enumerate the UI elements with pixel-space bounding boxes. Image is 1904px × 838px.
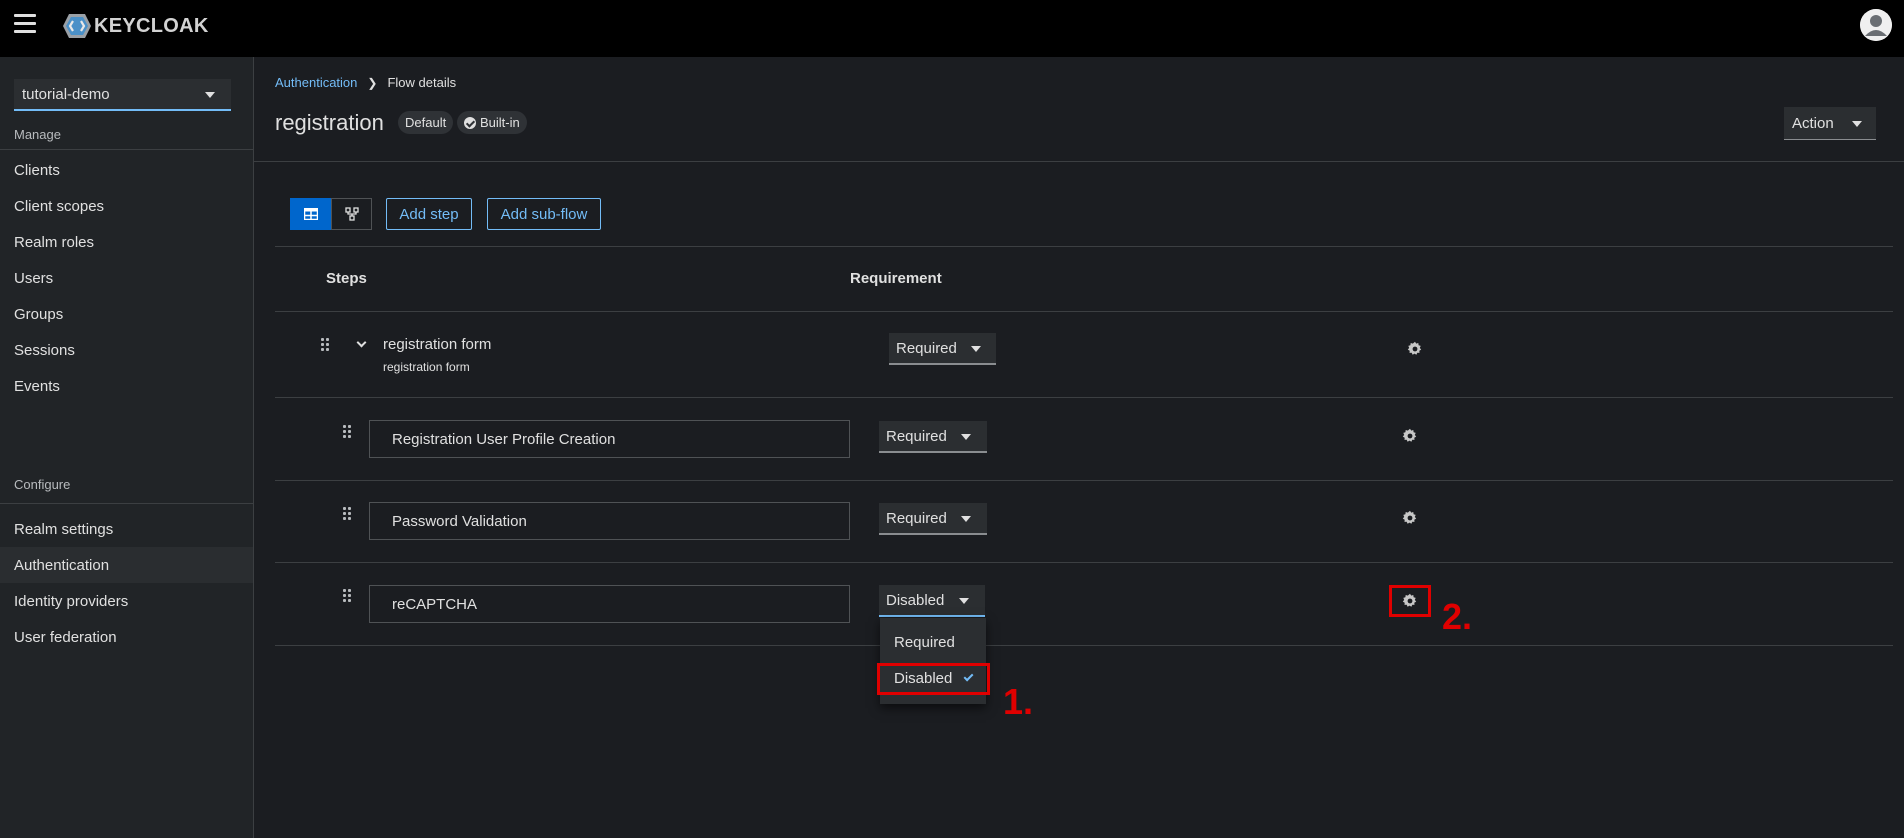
caret-down-icon	[971, 346, 981, 352]
sidebar: tutorial-demo Manage Clients Client scop…	[0, 57, 254, 838]
caret-down-icon	[1852, 121, 1862, 127]
nav-divider	[0, 149, 253, 150]
step-name-box: Registration User Profile Creation	[369, 420, 850, 458]
requirement-value: Disabled	[886, 591, 945, 609]
gear-icon[interactable]	[1407, 341, 1423, 357]
drag-handle-icon[interactable]	[343, 589, 352, 603]
drag-handle-icon[interactable]	[321, 338, 330, 352]
built-in-badge-text: Built-in	[480, 115, 520, 130]
action-dropdown[interactable]: Action	[1784, 107, 1876, 140]
chevron-right-icon: ❯	[367, 75, 378, 90]
step-name: Registration User Profile Creation	[392, 430, 616, 448]
requirement-value: Required	[886, 509, 947, 527]
page-title: registration	[275, 110, 384, 135]
brand-name: KEYCLOAK	[94, 14, 209, 37]
nav-group-configure: Configure	[14, 477, 71, 492]
realm-name: tutorial-demo	[22, 85, 110, 103]
table-view-toggle[interactable]	[290, 198, 331, 230]
table-divider	[275, 480, 1893, 481]
breadcrumb: Authentication ❯ Flow details	[275, 75, 456, 90]
nav-item-events[interactable]: Events	[0, 368, 253, 404]
nav-item-clients[interactable]: Clients	[0, 152, 253, 188]
step-name: registration form	[383, 336, 492, 353]
table-icon	[303, 208, 318, 220]
add-step-button[interactable]: Add step	[386, 198, 472, 230]
requirement-select[interactable]: Required	[879, 421, 987, 453]
step-name: Password Validation	[392, 512, 527, 530]
realm-selector[interactable]: tutorial-demo	[14, 79, 231, 111]
annotation-highlight-disabled	[877, 663, 990, 695]
requirement-select[interactable]: Required	[889, 333, 996, 365]
table-divider	[275, 246, 1893, 247]
nav-item-groups[interactable]: Groups	[0, 296, 253, 332]
keycloak-logo[interactable]: KEYCLOAK	[62, 13, 209, 39]
column-header-steps: Steps	[326, 270, 367, 287]
breadcrumb-current: Flow details	[387, 75, 457, 90]
requirement-value: Required	[896, 339, 957, 357]
nav-divider	[0, 503, 253, 504]
gear-icon[interactable]	[1402, 510, 1418, 526]
nav-item-user-federation[interactable]: User federation	[0, 619, 253, 655]
keycloak-logo-icon	[63, 14, 91, 38]
step-name-box: Password Validation	[369, 502, 850, 540]
nav-item-users[interactable]: Users	[0, 260, 253, 296]
table-divider	[275, 645, 1893, 646]
chevron-down-icon[interactable]	[356, 337, 367, 348]
caret-down-icon	[961, 434, 971, 440]
gear-icon[interactable]	[1402, 428, 1418, 444]
built-in-badge: Built-in	[457, 111, 527, 134]
table-divider	[275, 562, 1893, 563]
default-badge-text: Default	[405, 115, 447, 130]
masthead: KEYCLOAK	[0, 0, 1904, 57]
nav-item-authentication[interactable]: Authentication	[0, 547, 253, 583]
drag-handle-icon[interactable]	[343, 425, 352, 439]
drag-handle-icon[interactable]	[343, 507, 352, 521]
column-header-requirement: Requirement	[850, 270, 942, 287]
annotation-number-2: 2.	[1442, 596, 1473, 637]
action-label: Action	[1792, 114, 1834, 132]
nav-item-realm-settings[interactable]: Realm settings	[0, 511, 253, 547]
table-divider	[275, 397, 1893, 398]
nav-item-identity-providers[interactable]: Identity providers	[0, 583, 253, 619]
requirement-select-open[interactable]: Disabled	[879, 585, 985, 617]
step-subtitle: registration form	[383, 360, 470, 374]
caret-down-icon	[205, 92, 215, 98]
nav-group-manage: Manage	[14, 127, 61, 142]
nav-item-sessions[interactable]: Sessions	[0, 332, 253, 368]
annotation-highlight-gear	[1389, 585, 1431, 617]
caret-down-icon	[961, 516, 971, 522]
step-name: reCAPTCHA	[392, 595, 478, 613]
breadcrumb-authentication-link[interactable]: Authentication	[275, 75, 357, 90]
diagram-view-toggle[interactable]	[331, 198, 372, 230]
topology-icon	[344, 207, 359, 221]
annotation-number-1: 1.	[1003, 681, 1034, 722]
user-avatar[interactable]	[1860, 9, 1892, 41]
header-divider	[254, 161, 1904, 162]
nav-item-client-scopes[interactable]: Client scopes	[0, 188, 253, 224]
table-divider	[275, 311, 1893, 312]
nav-item-realm-roles[interactable]: Realm roles	[0, 224, 253, 260]
step-name-box: reCAPTCHA	[369, 585, 850, 623]
default-badge: Default	[398, 111, 454, 134]
check-circle-icon	[464, 116, 476, 129]
requirement-select[interactable]: Required	[879, 503, 987, 535]
menu-option-required[interactable]: Required	[880, 625, 986, 659]
hamburger-menu-icon[interactable]	[14, 14, 36, 34]
add-sub-flow-button[interactable]: Add sub-flow	[487, 198, 601, 230]
caret-down-icon	[959, 598, 969, 604]
requirement-value: Required	[886, 427, 947, 445]
user-icon	[1860, 9, 1892, 41]
view-toggle-group	[290, 198, 372, 230]
